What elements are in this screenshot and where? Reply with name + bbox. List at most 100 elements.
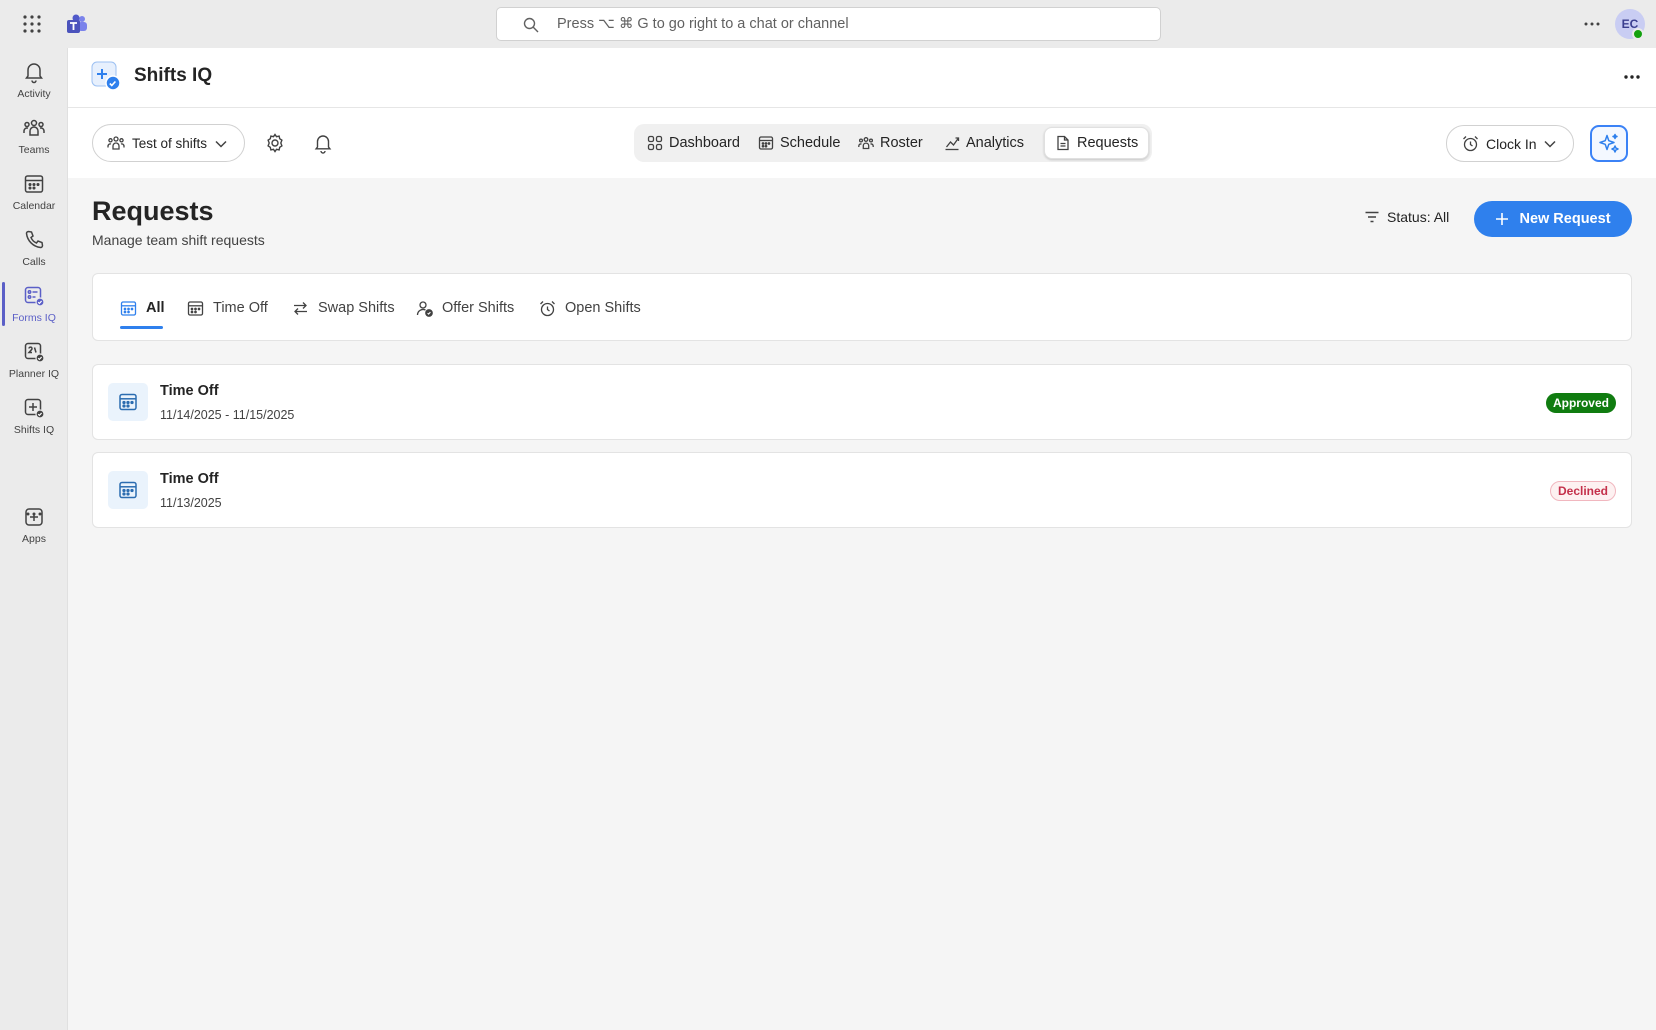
rail-label: Calls: [22, 256, 46, 268]
status-badge: Approved: [1545, 393, 1616, 413]
teams-logo-icon: [66, 13, 88, 35]
rail-item-planner-iq[interactable]: Planner IQ: [0, 332, 68, 386]
ai-assistant-button[interactable]: [1590, 125, 1628, 162]
more-options-icon[interactable]: [1580, 13, 1604, 35]
tab-label: Time Off: [213, 300, 268, 316]
people-icon: [858, 135, 874, 151]
new-request-label: New Request: [1519, 211, 1611, 227]
people-team-icon: [22, 116, 46, 140]
nav-label: Dashboard: [669, 135, 740, 151]
page-title: Requests: [92, 196, 214, 226]
page-subtitle: Manage team shift requests: [92, 232, 265, 248]
sparkle-icon: [1597, 132, 1621, 156]
person-check-icon: [416, 300, 433, 317]
nav-roster[interactable]: Roster: [848, 127, 933, 159]
chevron-down-icon: [1543, 138, 1557, 150]
tab-label: All: [146, 300, 165, 316]
nav-label: Schedule: [780, 135, 841, 151]
tab-offer-shifts[interactable]: Offer Shifts: [416, 296, 514, 320]
new-request-button[interactable]: New Request: [1474, 201, 1632, 237]
nav-label: Analytics: [966, 135, 1025, 151]
rail-item-activity[interactable]: Activity: [0, 52, 68, 106]
nav-label: Requests: [1077, 135, 1139, 151]
bell-icon: [22, 60, 46, 84]
calendar-grid-icon: [120, 300, 137, 317]
request-type: Time Off: [160, 471, 219, 487]
request-date: 11/14/2025 - 11/15/2025: [160, 408, 295, 422]
request-type-tabs: All Time Off Swap Shifts Offer Shifts Op…: [92, 273, 1632, 341]
rail-label: Forms IQ: [12, 312, 56, 324]
rail-item-calendar[interactable]: Calendar: [0, 164, 68, 218]
alarm-clock-icon: [1462, 135, 1479, 152]
calendar-icon: [108, 471, 148, 509]
document-icon: [1055, 135, 1071, 151]
rail-label: Calendar: [12, 200, 56, 212]
tab-open-shifts[interactable]: Open Shifts: [539, 296, 641, 320]
rail-label: Planner IQ: [8, 368, 60, 380]
team-select[interactable]: Test of shifts: [92, 124, 245, 162]
nav-dashboard[interactable]: Dashboard: [637, 127, 750, 159]
bell-icon[interactable]: [312, 132, 334, 154]
request-row[interactable]: Time Off 11/13/2025 Declined: [92, 452, 1632, 528]
alarm-clock-icon: [539, 300, 556, 317]
tab-label: Open Shifts: [565, 300, 641, 316]
status-badge: Declined: [1549, 481, 1616, 501]
nav-analytics[interactable]: Analytics: [934, 127, 1034, 159]
nav-schedule[interactable]: Schedule: [748, 127, 850, 159]
clock-in-button[interactable]: Clock In: [1446, 125, 1574, 162]
status-filter-label: Status: All: [1387, 209, 1450, 225]
rail-item-teams[interactable]: Teams: [0, 108, 68, 162]
plus-icon: [1495, 212, 1509, 226]
rail-label: Activity: [17, 88, 51, 100]
chart-line-icon: [944, 135, 960, 151]
nav-requests[interactable]: Requests: [1044, 127, 1150, 159]
add-apps-icon: [22, 505, 46, 529]
people-team-icon: [107, 134, 125, 152]
rail-label: Apps: [22, 533, 46, 545]
app-header: Shifts IQ: [68, 48, 1656, 108]
shifts-iq-icon: [22, 396, 46, 420]
toolbar: Test of shifts Dashboard Schedule Roster…: [68, 108, 1656, 178]
calendar-icon: [758, 135, 774, 151]
rail-label: Shifts IQ: [13, 424, 55, 436]
tab-time-off[interactable]: Time Off: [187, 296, 268, 320]
tab-all[interactable]: All: [120, 296, 165, 320]
grid-icon: [647, 135, 663, 151]
presence-available-icon: [1632, 28, 1644, 40]
tab-label: Swap Shifts: [318, 300, 395, 316]
rail-label: Teams: [18, 144, 50, 156]
search-placeholder: Press ⌥ ⌘ G to go right to a chat or cha…: [557, 16, 849, 32]
main-nav: Dashboard Schedule Roster Analytics Requ…: [634, 124, 1152, 162]
shifts-iq-logo-icon: [90, 60, 122, 92]
calendar-icon: [187, 300, 204, 317]
calendar-icon: [22, 172, 46, 196]
title-bar: Press ⌥ ⌘ G to go right to a chat or cha…: [0, 0, 1656, 48]
chevron-down-icon: [214, 138, 228, 150]
filter-icon: [1364, 209, 1380, 225]
team-select-label: Test of shifts: [132, 135, 208, 151]
tab-swap-shifts[interactable]: Swap Shifts: [292, 296, 395, 320]
planner-iq-icon: [22, 340, 46, 364]
app-title: Shifts IQ: [134, 65, 213, 86]
swap-arrows-icon: [292, 300, 309, 317]
search-input[interactable]: Press ⌥ ⌘ G to go right to a chat or cha…: [496, 7, 1161, 41]
app-launcher-icon[interactable]: [22, 14, 42, 34]
active-tab-indicator: [120, 326, 163, 329]
rail-item-calls[interactable]: Calls: [0, 220, 68, 274]
app-rail: Activity Teams Calendar Calls Forms IQ P…: [0, 48, 68, 1030]
status-filter-button[interactable]: Status: All: [1364, 209, 1449, 225]
calendar-icon: [108, 383, 148, 421]
request-row[interactable]: Time Off 11/14/2025 - 11/15/2025 Approve…: [92, 364, 1632, 440]
search-icon: [523, 17, 539, 33]
phone-icon: [22, 228, 46, 252]
forms-iq-icon: [22, 284, 46, 308]
clock-in-label: Clock In: [1486, 135, 1537, 152]
gear-icon[interactable]: [264, 132, 286, 154]
request-date: 11/13/2025: [160, 496, 222, 510]
rail-item-shifts-iq[interactable]: Shifts IQ: [0, 388, 68, 442]
app-more-icon[interactable]: [1622, 68, 1642, 86]
request-type: Time Off: [160, 383, 219, 399]
nav-label: Roster: [880, 135, 923, 151]
rail-item-apps[interactable]: Apps: [0, 497, 68, 551]
rail-item-forms-iq[interactable]: Forms IQ: [0, 276, 68, 330]
